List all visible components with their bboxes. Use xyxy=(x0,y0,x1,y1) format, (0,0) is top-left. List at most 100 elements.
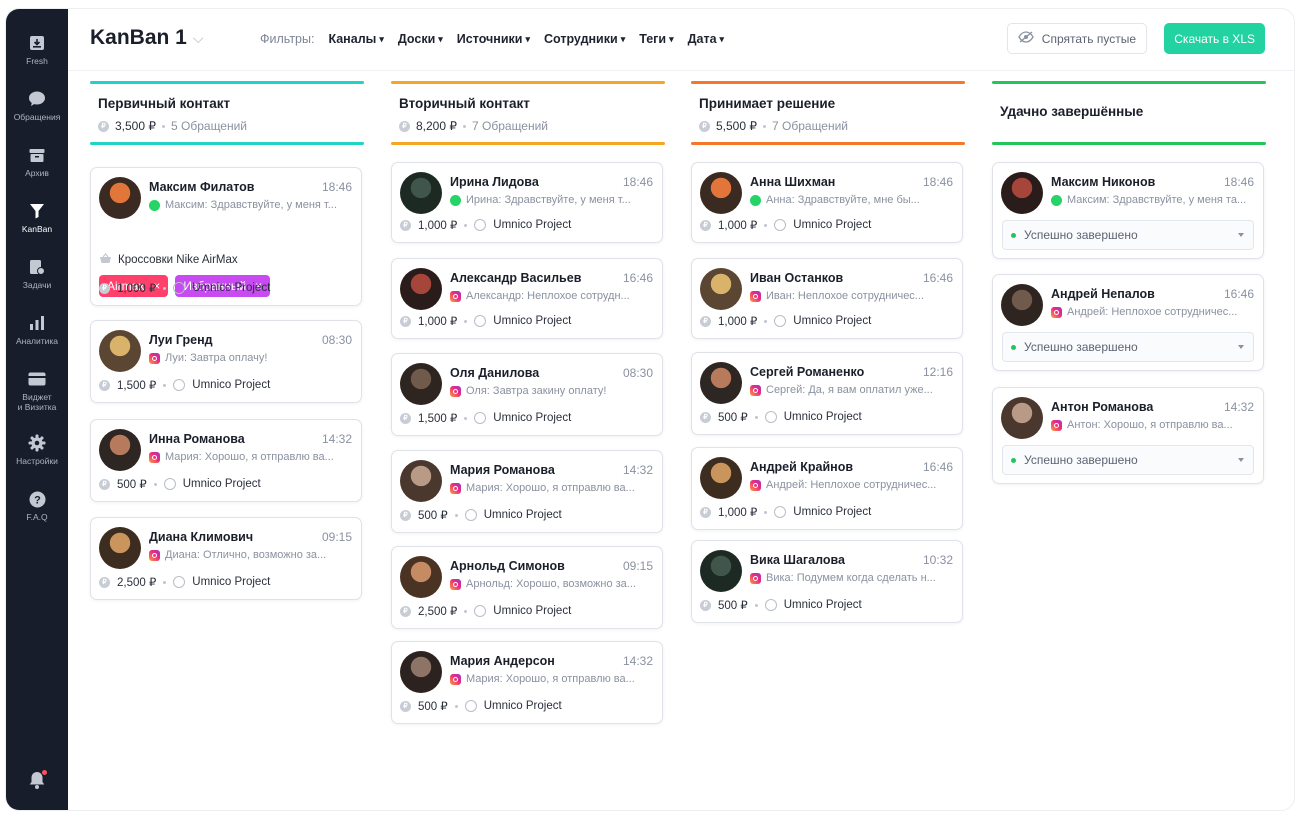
avatar xyxy=(700,172,742,214)
product-name: Кроссовки Nike AirMax xyxy=(118,254,238,266)
chevron-down-icon: ▾ xyxy=(438,33,443,44)
sidebar-item-label: Задачи xyxy=(22,280,52,290)
last-message: Антон: Хорошо, я отправлю ва... xyxy=(1051,419,1255,431)
filter-sources[interactable]: Источники ▾ xyxy=(457,32,530,46)
contact-name: Антон Романова xyxy=(1051,400,1154,414)
separator-dot xyxy=(162,124,165,128)
kanban-card[interactable]: Антон Романова 14:32 Антон: Хорошо, я отпр… xyxy=(992,387,1264,484)
user-icon xyxy=(474,412,487,424)
status-label: Успешно завершено xyxy=(1024,340,1138,354)
kanban-card[interactable]: Луи Гренд 08:30 Луи: Завтра оплачу! ₽1,500 … xyxy=(90,320,362,403)
project-name: Umnico Project xyxy=(493,219,572,231)
kanban-card[interactable]: Мария Андерсон 14:32 Мария: Хорошо, я отпр… xyxy=(391,641,663,724)
download-xls-button[interactable]: Скачать в XLS xyxy=(1164,23,1265,54)
notifications-bell-icon[interactable] xyxy=(27,769,48,790)
page-title: KanBan 1 xyxy=(90,26,187,49)
message-text: Иван: Неплохое сотрудничес... xyxy=(766,290,924,302)
status-dot xyxy=(1011,232,1016,238)
column-header: Вторичный контакт ₽8,200 ₽ 7 Обращений xyxy=(391,81,669,145)
kanban-card[interactable]: Мария Романова 14:32 Мария: Хорошо, я отпр… xyxy=(391,450,663,533)
card-footer: ₽1,000 ₽ Umnico Project xyxy=(400,218,571,232)
card-footer: ₽1,000 ₽ Umnico Project xyxy=(700,505,871,519)
sidebar-item-requests[interactable]: Обращения xyxy=(6,89,68,145)
message-time: 16:46 xyxy=(922,460,953,474)
filter-label: Доски xyxy=(397,32,436,46)
kanban-card[interactable]: Андрей Непалов 16:46 Андрей: Неплохое сотр… xyxy=(992,274,1264,371)
sidebar-item-faq[interactable]: ? F.A.Q xyxy=(6,489,68,545)
kanban-card[interactable]: Иван Останков 16:46 Иван: Неплохое сотрудн… xyxy=(691,258,963,339)
column-color-bar xyxy=(391,81,665,84)
kanban-card[interactable]: Анна Шихман 18:46 Анна: Здравствуйте, мне … xyxy=(691,162,963,243)
instagram-icon xyxy=(750,384,761,396)
sidebar-item-fresh[interactable]: Fresh xyxy=(6,33,68,89)
gear-icon xyxy=(27,433,47,453)
instagram-icon xyxy=(149,451,160,463)
card-footer: ₽1,000 ₽ Umnico Project xyxy=(700,314,871,328)
project-name: Umnico Project xyxy=(793,315,872,327)
column-color-bar xyxy=(90,81,364,84)
avatar xyxy=(400,363,442,405)
kanban-card[interactable]: Сергей Романенко 12:16 Сергей: Да, я вам о… xyxy=(691,352,963,435)
message-text: Андрей: Неплохое сотрудничес... xyxy=(1067,306,1238,318)
contact-name: Александр Васильев xyxy=(450,271,582,285)
message-time: 14:32 xyxy=(321,432,352,446)
avatar xyxy=(400,651,442,693)
filter-tags[interactable]: Теги ▾ xyxy=(639,32,673,46)
message-text: Арнольд: Хорошо, возможно за... xyxy=(466,578,636,590)
filter-boards[interactable]: Доски ▾ xyxy=(398,32,443,46)
separator-dot xyxy=(764,319,768,323)
filter-date[interactable]: Дата ▾ xyxy=(688,32,724,46)
deal-price: 1,500 ₽ xyxy=(117,380,157,392)
message-text: Луи: Завтра оплачу! xyxy=(165,352,268,364)
status-select[interactable]: Успешно завершено xyxy=(1002,445,1254,475)
sidebar-item-widget[interactable]: Виджет и Визитка xyxy=(6,369,68,433)
status-label: Успешно завершено xyxy=(1024,228,1138,242)
message-text: Александр: Неплохое сотрудн... xyxy=(466,290,630,302)
message-text: Мария: Хорошо, я отправлю ва... xyxy=(466,482,635,494)
last-message: Арнольд: Хорошо, возможно за... xyxy=(450,578,654,590)
project-name: Umnico Project xyxy=(493,412,572,424)
status-select[interactable]: Успешно завершено xyxy=(1002,220,1254,250)
chevron-down-icon xyxy=(1238,458,1244,462)
sidebar-item-archive[interactable]: Архив xyxy=(6,145,68,201)
status-select[interactable]: Успешно завершено xyxy=(1002,332,1254,362)
kanban-card[interactable]: Максим Никонов 18:46 Максим: Здравствуйте,… xyxy=(992,162,1264,259)
coin-icon: ₽ xyxy=(99,576,110,588)
kanban-card[interactable]: Вика Шагалова 10:32 Вика: Подумем когда сд… xyxy=(691,540,963,623)
contact-name: Мария Романова xyxy=(450,463,555,477)
chat-bubble-icon xyxy=(27,89,47,109)
kanban-card[interactable]: Оля Данилова 08:30 Оля: Завтра закину опла… xyxy=(391,353,663,436)
deal-price: 2,500 ₽ xyxy=(117,577,157,589)
whatsapp-icon xyxy=(450,194,461,206)
sidebar-item-kanban[interactable]: KanBan xyxy=(6,201,68,257)
filter-channels[interactable]: Каналы ▾ xyxy=(328,32,383,46)
kanban-card[interactable]: Инна Романова 14:32 Мария: Хорошо, я отпра… xyxy=(90,419,362,502)
kanban-card[interactable]: Максим Филатов 18:46 Максим: Здравствуйте,… xyxy=(90,167,362,306)
sidebar-item-settings[interactable]: Настройки xyxy=(6,433,68,489)
sidebar-item-tasks[interactable]: Задачи xyxy=(6,257,68,313)
column-color-bar xyxy=(90,142,364,145)
contact-name: Андрей Непалов xyxy=(1051,287,1155,301)
kanban-card[interactable]: Андрей Крайнов 16:46 Андрей: Неплохое сотр… xyxy=(691,447,963,530)
kanban-card[interactable]: Ирина Лидова 18:46 Ирина: Здравствуйте, у … xyxy=(391,162,663,243)
sidebar-item-analytics[interactable]: Аналитика xyxy=(6,313,68,369)
basket-icon xyxy=(99,253,112,267)
separator-dot xyxy=(764,510,768,514)
deal-price: 500 ₽ xyxy=(718,600,748,612)
project-name: Umnico Project xyxy=(493,315,572,327)
kanban-card[interactable]: Александр Васильев 16:46 Александр: Неплох… xyxy=(391,258,663,339)
coin-icon: ₽ xyxy=(700,506,711,518)
column-color-bar xyxy=(691,81,965,84)
kanban-card[interactable]: Арнольд Симонов 09:15 Арнольд: Хорошо, воз… xyxy=(391,546,663,629)
hide-empty-button[interactable]: Спрятать пустые xyxy=(1006,23,1147,54)
kanban-card[interactable]: Диана Климович 09:15 Диана: Отлично, возмо… xyxy=(90,517,362,600)
column-sum: 5,500 ₽ xyxy=(716,119,757,133)
column-color-bar xyxy=(391,142,665,145)
whatsapp-icon xyxy=(149,199,160,211)
status-label: Успешно завершено xyxy=(1024,453,1138,467)
project-name: Umnico Project xyxy=(493,605,572,617)
filter-employees[interactable]: Сотрудники ▾ xyxy=(544,32,625,46)
sidebar-item-label: Fresh xyxy=(26,56,48,66)
board-selector[interactable]: KanBan 1 ⌵ xyxy=(90,26,203,50)
message-text: Ирина: Здравствуйте, у меня т... xyxy=(466,194,631,206)
